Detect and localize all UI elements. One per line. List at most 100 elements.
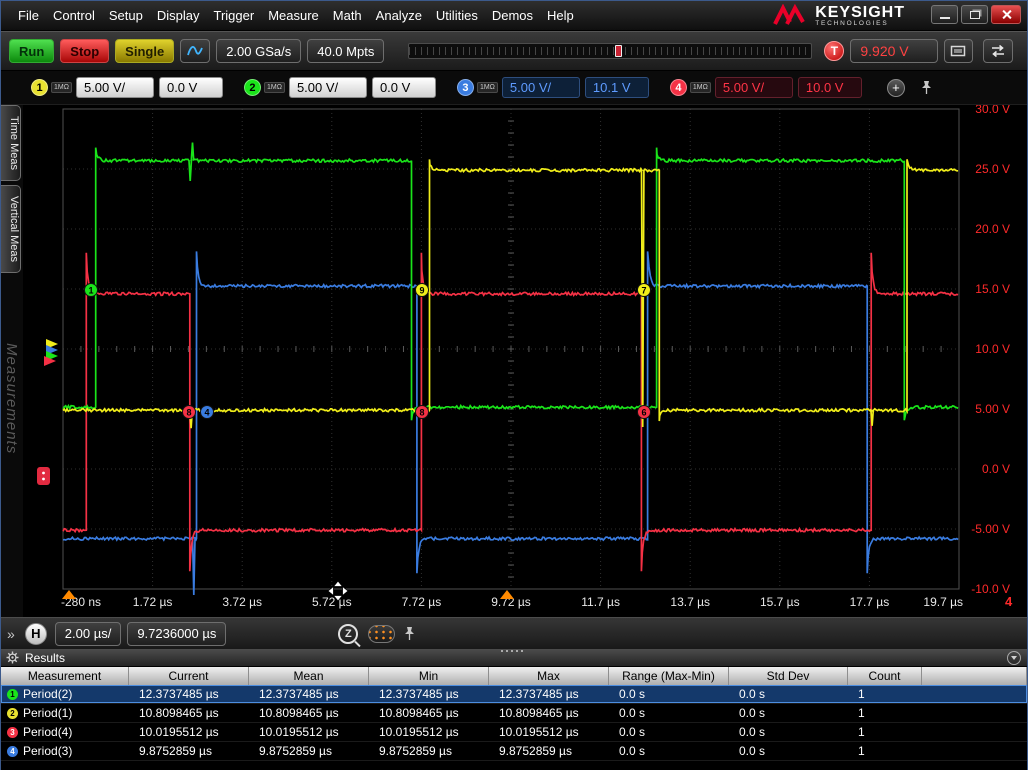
- measurement-channel-badge: 2: [7, 707, 18, 719]
- memory-depth-button[interactable]: 40.0 Mpts: [307, 39, 385, 63]
- measurement-channel-badge: 3: [7, 726, 18, 738]
- channel-4-button[interactable]: 4: [669, 79, 687, 96]
- waveform-intensity-button[interactable]: [180, 39, 211, 63]
- channel-4-scale[interactable]: 5.00 V/: [714, 77, 793, 98]
- svg-text:7: 7: [641, 286, 646, 296]
- column-header-min[interactable]: Min: [369, 667, 489, 685]
- channel-3-offset[interactable]: 10.1 V: [584, 77, 649, 98]
- menu-item-math[interactable]: Math: [326, 1, 369, 31]
- gear-icon[interactable]: [6, 651, 19, 664]
- value-count: 1: [858, 706, 865, 720]
- channel-2-scale[interactable]: 5.00 V/: [288, 77, 367, 98]
- channel-4-offset-marker[interactable]: [37, 467, 50, 485]
- value-count: 1: [858, 744, 865, 758]
- menu-item-analyze[interactable]: Analyze: [369, 1, 429, 31]
- swap-arrows-button[interactable]: [983, 39, 1013, 63]
- results-title: Results: [25, 650, 66, 665]
- horizontal-menu-button[interactable]: H: [24, 622, 47, 645]
- stop-button[interactable]: Stop: [60, 39, 110, 63]
- slider-handle[interactable]: [615, 45, 623, 57]
- channel-2-button[interactable]: 2: [243, 79, 261, 96]
- results-row[interactable]: 4 Period(3) 9.8752859 µs 9.8752859 µs 9.8752…: [1, 742, 1027, 761]
- channel-1-button[interactable]: 1: [31, 79, 48, 96]
- menu-item-trigger[interactable]: Trigger: [206, 1, 261, 31]
- menu-item-file[interactable]: File: [11, 1, 46, 31]
- menu-item-utilities[interactable]: Utilities: [429, 1, 485, 31]
- tab-vertical-meas[interactable]: Vertical Meas: [1, 185, 21, 274]
- column-header-std-dev[interactable]: Std Dev: [729, 667, 848, 685]
- timebase-scale-button[interactable]: 2.00 µs/: [54, 621, 122, 646]
- collapse-chevron-icon[interactable]: [1007, 651, 1021, 665]
- trigger-indicator[interactable]: T: [824, 41, 845, 61]
- toolbar-right-icons: [944, 39, 1019, 63]
- persistence-button[interactable]: [368, 624, 396, 643]
- display-settings-button[interactable]: [944, 39, 973, 63]
- value-range: 0.0 s: [619, 706, 646, 720]
- trigger-level-button[interactable]: 9.920 V: [850, 39, 938, 63]
- channel-bar: 1 1MΩ 5.00 V/ 0.0 V 2 1MΩ 5.00 V/ 0.0 V …: [1, 71, 1027, 105]
- results-row[interactable]: 2 Period(1) 10.8098465 µs 10.8098465 µs 10.8…: [1, 704, 1027, 723]
- restore-button[interactable]: [961, 5, 988, 24]
- value-stddev: 0.0 s: [739, 725, 766, 739]
- expand-chevrons[interactable]: »: [7, 626, 15, 642]
- timebase-position-button[interactable]: 9.7236000 µs: [127, 621, 227, 646]
- channel-3-button[interactable]: 3: [456, 79, 474, 96]
- svg-text:20.0 V: 20.0 V: [975, 222, 1010, 236]
- screen-icon: [950, 45, 966, 56]
- svg-text:1.72 µs: 1.72 µs: [133, 595, 173, 609]
- column-header-current[interactable]: Current: [129, 667, 249, 685]
- column-header-mean[interactable]: Mean: [249, 667, 369, 685]
- menu-item-setup[interactable]: Setup: [102, 1, 150, 31]
- horizontal-position-slider[interactable]: [408, 43, 813, 59]
- close-button[interactable]: [991, 5, 1021, 24]
- sample-rate-button[interactable]: 2.00 GSa/s: [216, 39, 302, 63]
- measurements-watermark: Measurements: [3, 343, 20, 455]
- column-header-count[interactable]: Count: [848, 667, 922, 685]
- value-max: 12.3737485 µs: [499, 687, 579, 701]
- channel-4-impedance: 1MΩ: [689, 82, 711, 93]
- value-mean: 10.8098465 µs: [259, 706, 339, 720]
- trigger-level-arrows[interactable]: [44, 339, 58, 366]
- channel-2-block: 2 1MΩ 5.00 V/ 0.0 V: [243, 77, 441, 98]
- pin-icon[interactable]: [404, 626, 415, 641]
- menu-item-control[interactable]: Control: [46, 1, 102, 31]
- waveform-display[interactable]: 18 49876 -280 ns 1.72 µs 3.72 µs 5.72 µs 7.72…: [1, 105, 1028, 617]
- column-header-max[interactable]: Max: [489, 667, 609, 685]
- panel-drag-handle[interactable]: [501, 650, 503, 652]
- results-row[interactable]: 3 Period(4) 10.0195512 µs 10.0195512 µs 10.0…: [1, 723, 1027, 742]
- column-header-measurement[interactable]: Measurement: [1, 667, 129, 685]
- channel-4-offset[interactable]: 10.0 V: [797, 77, 862, 98]
- value-stddev: 0.0 s: [739, 706, 766, 720]
- menu-item-measure[interactable]: Measure: [261, 1, 326, 31]
- horizontal-bar: » H 2.00 µs/ 9.7236000 µs Z: [1, 617, 1027, 649]
- menu-item-demos[interactable]: Demos: [485, 1, 540, 31]
- svg-text:7.72 µs: 7.72 µs: [402, 595, 442, 609]
- channel-1-offset[interactable]: 0.0 V: [158, 77, 223, 98]
- zoom-button[interactable]: Z: [338, 623, 359, 644]
- value-mean: 12.3737485 µs: [259, 687, 339, 701]
- value-min: 9.8752859 µs: [379, 744, 452, 758]
- channel-1-scale[interactable]: 5.00 V/: [75, 77, 154, 98]
- run-button[interactable]: Run: [9, 39, 55, 63]
- results-row[interactable]: 1 Period(2) 12.3737485 µs 12.3737485 µs 12.3…: [1, 685, 1027, 704]
- channel-3-scale[interactable]: 5.00 V/: [501, 77, 580, 98]
- channel-3-impedance: 1MΩ: [476, 82, 498, 93]
- add-waveform-button[interactable]: +: [886, 78, 905, 97]
- value-max: 10.8098465 µs: [499, 706, 579, 720]
- tab-time-meas[interactable]: Time Meas: [1, 105, 21, 181]
- value-range: 0.0 s: [619, 744, 646, 758]
- menu-item-help[interactable]: Help: [540, 1, 581, 31]
- acquisition-toolbar: Run Stop Single 2.00 GSa/s 40.0 Mpts T 9…: [1, 31, 1027, 71]
- value-current: 10.0195512 µs: [139, 725, 219, 739]
- keysight-logo: KEYSIGHT TECHNOLOGIES: [773, 4, 905, 28]
- minimize-button[interactable]: [931, 5, 958, 24]
- value-count: 1: [858, 687, 865, 701]
- single-button[interactable]: Single: [115, 39, 175, 63]
- channel-2-offset[interactable]: 0.0 V: [371, 77, 436, 98]
- menu-item-display[interactable]: Display: [150, 1, 207, 31]
- svg-text:30.0 V: 30.0 V: [975, 105, 1010, 116]
- column-header-range-max-min[interactable]: Range (Max-Min): [609, 667, 729, 685]
- pin-icon[interactable]: [921, 80, 932, 95]
- measurement-name: Period(4): [23, 725, 73, 739]
- results-header: Results: [1, 649, 1027, 667]
